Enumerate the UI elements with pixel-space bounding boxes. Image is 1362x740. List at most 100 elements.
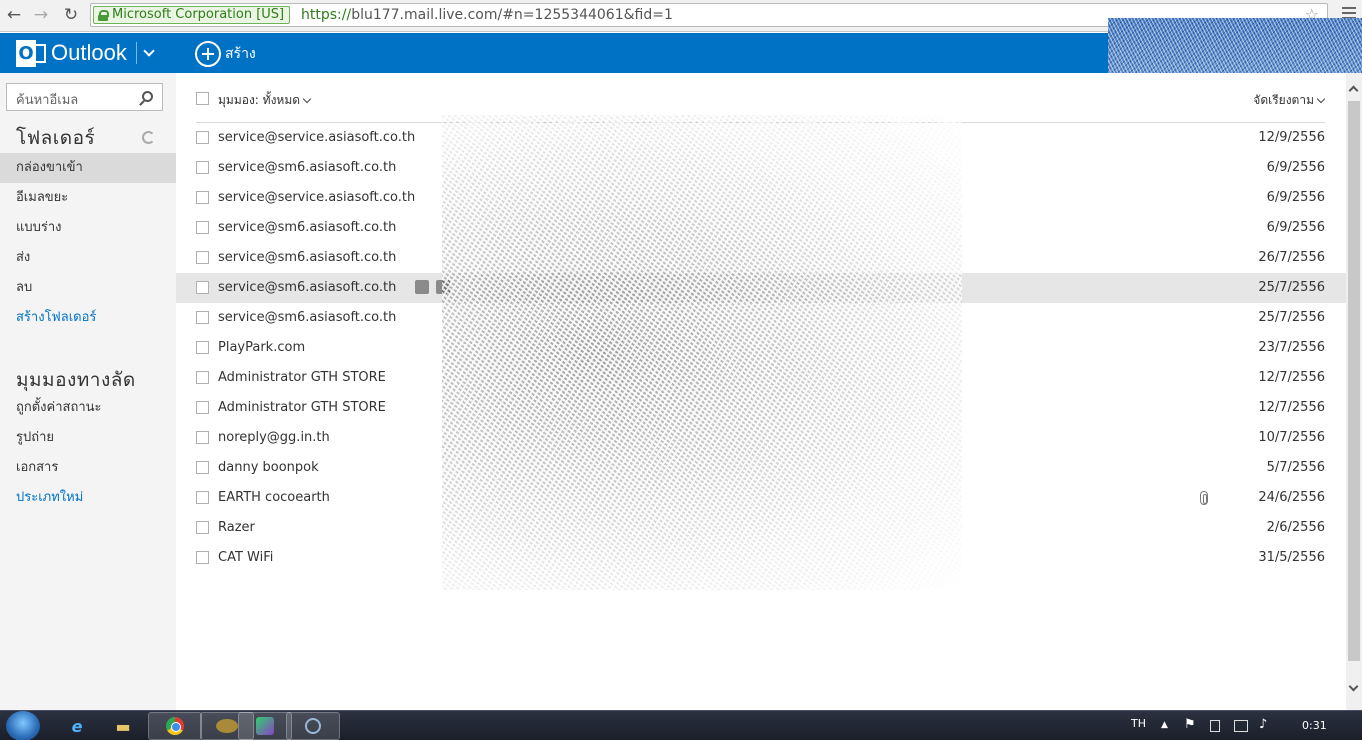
view-filter-label: มุมมอง: ทั้งหมด [218, 93, 301, 107]
explorer-taskbar-button[interactable]: ▬ [96, 712, 150, 740]
date: 12/7/2556 [1258, 400, 1325, 415]
date: 10/7/2556 [1258, 430, 1325, 445]
row-checkbox[interactable] [196, 251, 209, 264]
chrome-taskbar-button[interactable] [148, 712, 202, 740]
sender: service@sm6.asiasoft.co.th [218, 310, 397, 325]
quick-views-title: มุมมองทางลัด [16, 369, 136, 391]
sender: danny boonpok [218, 460, 319, 475]
date: 26/7/2556 [1258, 250, 1325, 265]
row-checkbox[interactable] [196, 551, 209, 564]
refresh-icon[interactable] [142, 131, 155, 144]
new-folder-link[interactable]: สร้างโฟลเดอร์ [0, 303, 176, 333]
forward-arrow-icon[interactable]: → [30, 5, 52, 25]
select-all-checkbox[interactable] [196, 92, 209, 105]
new-message-button[interactable]: สร้าง [195, 41, 256, 67]
device-icon[interactable] [1210, 720, 1220, 732]
sender: EARTH cocoearth [218, 490, 330, 505]
row-checkbox[interactable] [196, 401, 209, 414]
reload-icon[interactable]: ↻ [60, 5, 82, 25]
row-checkbox[interactable] [196, 521, 209, 534]
sidebar-item-drafts[interactable]: แบบร่าง [0, 213, 176, 243]
row-checkbox[interactable] [196, 431, 209, 444]
new-message-label: สร้าง [225, 46, 256, 62]
sender: service@service.asiasoft.co.th [218, 190, 416, 205]
chevron-down-icon [1316, 94, 1326, 104]
network-icon[interactable] [1234, 720, 1248, 732]
sender: Razer [218, 520, 255, 535]
sweep-icon[interactable] [415, 280, 429, 294]
clock[interactable]: 0:31 [1302, 719, 1327, 732]
new-category-link[interactable]: ประเภทใหม่ [0, 483, 176, 513]
sidebar: ค้นหาอีเมล โฟลเดอร์ กล่องขาเข้า อีเมลขยะ… [0, 73, 176, 710]
url-text[interactable]: https://blu177.mail.live.com/#n=12553440… [301, 7, 673, 23]
date: 23/7/2556 [1258, 340, 1325, 355]
start-button-icon[interactable] [6, 711, 40, 740]
sender: service@service.asiasoft.co.th [218, 130, 416, 145]
row-checkbox[interactable] [196, 161, 209, 174]
sender: Administrator GTH STORE [218, 370, 386, 385]
date: 25/7/2556 [1258, 280, 1325, 295]
app-name[interactable]: Outlook [51, 40, 127, 66]
scroll-thumb[interactable] [1348, 101, 1360, 661]
ev-certificate-badge[interactable]: Microsoft Corporation [US] [93, 6, 291, 24]
sidebar-item-flagged[interactable]: ถูกตั้งค่าสถานะ [0, 393, 176, 423]
date: 12/7/2556 [1258, 370, 1325, 385]
message-list: มุมมอง: ทั้งหมด จัดเรียงตาม service@serv… [176, 73, 1346, 710]
row-checkbox[interactable] [196, 191, 209, 204]
sender: PlayPark.com [218, 340, 306, 355]
search-icon[interactable] [142, 91, 153, 102]
row-checkbox[interactable] [196, 461, 209, 474]
sort-label: จัดเรียงตาม [1253, 93, 1314, 107]
sender: CAT WiFi [218, 550, 274, 565]
view-filter-dropdown[interactable]: มุมมอง: ทั้งหมด [218, 91, 312, 110]
date: 25/7/2556 [1258, 310, 1325, 325]
row-checkbox[interactable] [196, 311, 209, 324]
row-checkbox[interactable] [196, 131, 209, 144]
row-checkbox[interactable] [196, 491, 209, 504]
row-checkbox[interactable] [196, 371, 209, 384]
sort-dropdown[interactable]: จัดเรียงตาม [1253, 91, 1326, 110]
paperclip-icon [1200, 491, 1208, 505]
volume-icon[interactable]: ♪ [1259, 717, 1267, 732]
sender: noreply@gg.in.th [218, 430, 330, 445]
back-arrow-icon[interactable]: ← [3, 5, 25, 25]
date: 12/9/2556 [1258, 130, 1325, 145]
action-center-flag-icon[interactable]: ⚑ [1184, 717, 1196, 732]
sender: service@sm6.asiasoft.co.th [218, 220, 397, 235]
show-hidden-icons-icon[interactable]: ▲ [1161, 720, 1168, 730]
row-checkbox[interactable] [196, 341, 209, 354]
vertical-scrollbar[interactable] [1346, 73, 1362, 710]
row-checkbox[interactable] [196, 281, 209, 294]
app2-taskbar-button[interactable] [286, 712, 340, 740]
chrome-icon [166, 717, 184, 735]
internet-explorer-icon: e [71, 716, 83, 736]
outlook-logo-icon[interactable]: O [16, 40, 46, 67]
chevron-down-icon [302, 94, 312, 104]
sidebar-item-junk[interactable]: อีเมลขยะ [0, 183, 176, 213]
sender: Administrator GTH STORE [218, 400, 386, 415]
date: 6/9/2556 [1266, 160, 1325, 175]
windows-taskbar: e ▬ TH ▲ ⚑ ♪ 0:31 [0, 710, 1362, 740]
row-checkbox[interactable] [196, 221, 209, 234]
search-input[interactable]: ค้นหาอีเมล [6, 83, 163, 111]
sidebar-item-photos[interactable]: รูปถ่าย [0, 423, 176, 453]
sidebar-item-sent[interactable]: ส่ง [0, 243, 176, 273]
folders-title: โฟลเดอร์ [16, 127, 96, 149]
redacted-subject-area [442, 115, 962, 590]
media-taskbar-button[interactable] [238, 712, 292, 740]
sidebar-item-deleted[interactable]: ลบ [0, 273, 176, 303]
sender: service@sm6.asiasoft.co.th [218, 160, 397, 175]
search-placeholder: ค้นหาอีเมล [16, 93, 79, 108]
app-switcher-chevron-icon[interactable] [136, 42, 158, 64]
sidebar-item-inbox[interactable]: กล่องขาเข้า [0, 153, 176, 183]
url-scheme: https:// [301, 7, 352, 23]
scroll-up-icon[interactable] [1348, 85, 1359, 96]
folder-icon: ▬ [115, 716, 131, 736]
date: 24/6/2556 [1258, 490, 1325, 505]
scroll-down-icon[interactable] [1348, 681, 1359, 692]
sidebar-item-documents[interactable]: เอกสาร [0, 453, 176, 483]
language-indicator[interactable]: TH [1131, 717, 1146, 730]
date: 6/9/2556 [1266, 220, 1325, 235]
date: 6/9/2556 [1266, 190, 1325, 205]
date: 2/6/2556 [1266, 520, 1325, 535]
